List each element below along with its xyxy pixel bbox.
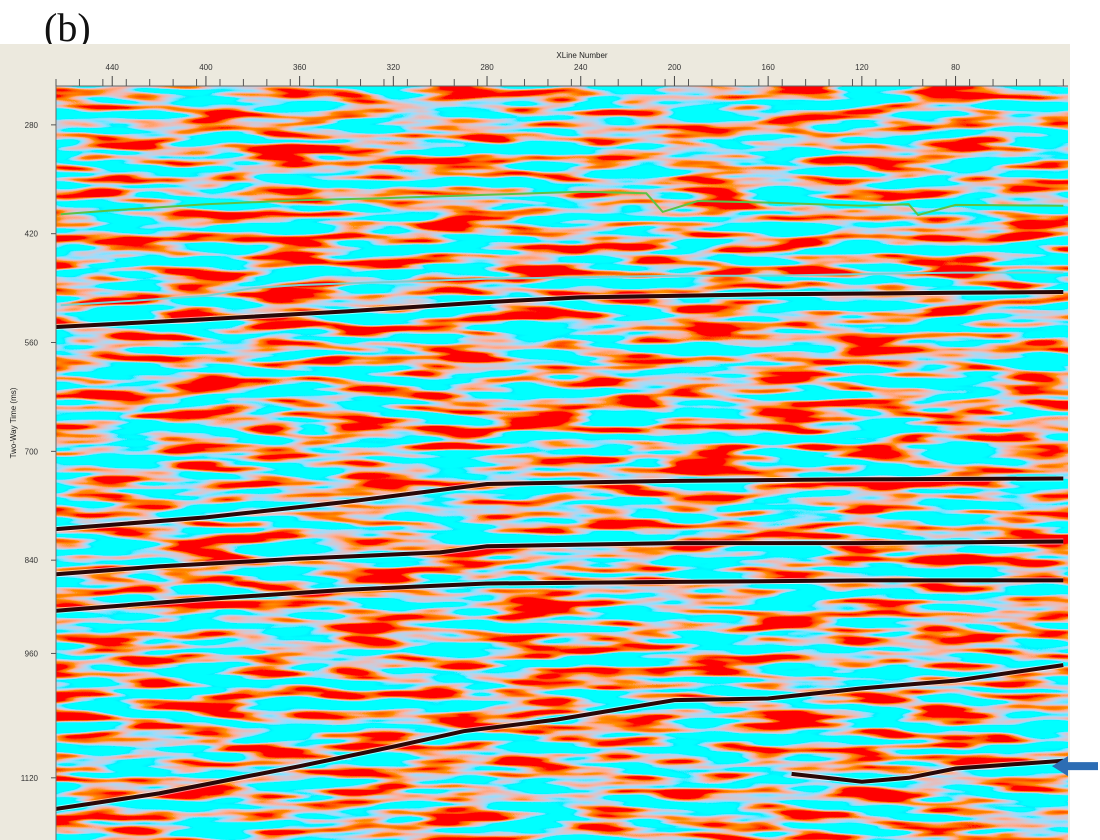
- arrow-shaft: [1066, 762, 1098, 771]
- x-tick-label: 440: [106, 63, 120, 72]
- y-tick-label: 560: [25, 339, 39, 348]
- x-tick-label: 360: [293, 63, 307, 72]
- x-tick-label: 200: [668, 63, 682, 72]
- x-axis-title: XLine Number: [556, 51, 607, 60]
- y-tick-label: 1120: [21, 774, 39, 783]
- x-tick-label: 120: [855, 63, 869, 72]
- x-tick-label: 240: [574, 63, 588, 72]
- x-tick-label: 320: [387, 63, 401, 72]
- x-tick-label: 280: [480, 63, 494, 72]
- y-tick-label: 960: [25, 649, 39, 658]
- x-tick-label: 80: [951, 63, 960, 72]
- x-tick-label: 400: [199, 63, 213, 72]
- y-axis-title: Two-Way Time (ms): [9, 387, 18, 458]
- x-tick-label: 160: [761, 63, 775, 72]
- y-tick-label: 420: [25, 230, 39, 239]
- seismic-chart: 440 400 360 320 280 240 200 160 120 80 280 420 560 7…: [9, 51, 1098, 840]
- y-tick-label: 840: [25, 556, 39, 565]
- y-tick-label: 280: [25, 121, 39, 130]
- y-tick-label: 700: [25, 447, 39, 456]
- seismic-amplitude-texture: [56, 86, 1068, 840]
